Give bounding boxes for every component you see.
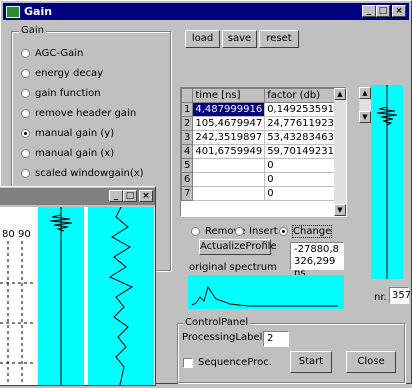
spectrum-plot <box>191 285 338 307</box>
gain-option-4[interactable]: remove header gain <box>21 108 136 119</box>
gain-option-5[interactable]: manual gain (y) <box>21 128 114 139</box>
sequence-checkbox[interactable]: SequenceProc. <box>183 357 272 368</box>
overlay-maximize-button[interactable]: □ <box>123 190 137 202</box>
minimize-button[interactable]: _ <box>362 5 376 17</box>
overlay-trace-1 <box>38 207 84 385</box>
overlay-trace-2 <box>88 206 154 386</box>
overlay-titlebar[interactable]: _ □ × <box>0 188 155 205</box>
close-panel-button[interactable]: Close <box>346 351 396 373</box>
window-title: Gain <box>24 5 53 18</box>
factor-cell[interactable]: 0 <box>264 186 344 201</box>
table-row[interactable]: 50 <box>181 158 344 173</box>
gain-table-frame: time [ns] factor (db) 1 4,487999916 0,1492… <box>180 87 347 217</box>
radio-icon <box>21 69 30 78</box>
maximize-button[interactable]: □ <box>376 5 390 17</box>
overlay-content: 80 90 <box>0 206 155 386</box>
table-row[interactable]: 1 4,487999916 0,1492535919 <box>181 102 344 117</box>
table-row[interactable]: 70 <box>181 186 344 201</box>
factor-cell[interactable]: 53,43283463 <box>264 130 344 145</box>
change-radio[interactable]: Change <box>279 225 333 238</box>
column-header-time[interactable]: time [ns] <box>192 88 266 103</box>
reset-button[interactable]: reset <box>259 30 299 48</box>
gain-option-6[interactable]: manual gain (x) <box>21 148 114 159</box>
nr-spinner[interactable]: 357 <box>389 287 411 304</box>
gain-option-7[interactable]: scaled windowgain(x) <box>21 168 144 179</box>
gain-option-2[interactable]: energy decay <box>21 68 103 79</box>
close-button[interactable]: × <box>392 5 406 17</box>
spectrum-panel <box>188 275 344 309</box>
radio-icon <box>21 169 30 178</box>
scroll-up-arrow-icon[interactable]: ▲ <box>334 88 346 100</box>
table-row[interactable]: 3 242,3519897 53,43283463 <box>181 130 344 145</box>
table-row[interactable]: 4 401,6759949 59,70149231 <box>181 144 344 159</box>
time-cell[interactable] <box>192 186 266 201</box>
overlay-window: _ □ × 80 90 <box>0 186 156 386</box>
cursor-readout: -27880,8 326,299 ns <box>290 242 344 279</box>
sequence-checkbox-box <box>183 357 193 368</box>
overlay-grid <box>0 241 36 385</box>
gain-option-1[interactable]: AGC-Gain <box>21 48 83 59</box>
processing-spinner[interactable]: 2 <box>263 331 289 347</box>
gain-trace <box>376 85 398 279</box>
app-icon <box>6 5 20 18</box>
processing-label: ProcessingLabel <box>182 332 263 343</box>
radio-icon <box>21 109 30 118</box>
time-cell[interactable]: 105,4679947 <box>192 116 266 131</box>
radio-icon <box>21 89 30 98</box>
gain-option-3[interactable]: gain function <box>21 88 101 99</box>
gain-trace-panel <box>371 85 403 279</box>
time-cell[interactable] <box>192 172 266 187</box>
insert-radio[interactable]: Insert <box>235 226 278 237</box>
column-header-factor[interactable]: factor (db) <box>264 88 344 103</box>
overlay-close-button[interactable]: × <box>139 190 153 202</box>
radio-icon <box>21 129 30 138</box>
factor-cell[interactable]: 0 <box>264 172 344 187</box>
spectrum-label: original spectrum <box>189 262 277 273</box>
load-button[interactable]: load <box>185 30 220 48</box>
table-row[interactable]: 2 105,4679947 24,77611923 <box>181 116 344 131</box>
radio-icon <box>21 49 30 58</box>
factor-cell[interactable]: 0 <box>264 158 344 173</box>
factor-cell[interactable]: 24,77611923 <box>264 116 344 131</box>
time-cell[interactable]: 4,487999916 <box>192 102 266 117</box>
time-cell[interactable] <box>192 158 266 173</box>
nr-label: nr. <box>374 292 387 303</box>
time-cell[interactable]: 242,3519897 <box>192 130 266 145</box>
title-bar[interactable]: Gain _ □ × <box>3 3 409 20</box>
factor-cell[interactable]: 0,1492535919 <box>264 102 344 117</box>
radio-icon <box>21 149 30 158</box>
overlay-minimize-button[interactable]: _ <box>109 190 123 202</box>
control-panel-label: ControlPanel <box>183 317 251 328</box>
trace-scroll-down-icon[interactable]: ▼ <box>359 111 371 123</box>
trace-scroll-up-icon[interactable]: ▲ <box>359 87 371 99</box>
start-button[interactable]: Start <box>290 351 332 373</box>
table-scrollbar[interactable]: ▲ ▼ <box>334 88 346 216</box>
scroll-down-arrow-icon[interactable]: ▼ <box>334 204 346 216</box>
gain-table: time [ns] factor (db) 1 4,487999916 0,1492… <box>181 88 344 201</box>
gain-group-label: Gain <box>19 25 46 36</box>
trace-scrollbar[interactable]: ▲ ▼ <box>359 87 371 123</box>
save-button[interactable]: save <box>222 30 257 48</box>
table-row[interactable]: 60 <box>181 172 344 187</box>
time-cell[interactable]: 401,6759949 <box>192 144 266 159</box>
factor-cell[interactable]: 59,70149231 <box>264 144 344 159</box>
actualize-profile-button[interactable]: ActualizeProfile <box>199 239 277 255</box>
